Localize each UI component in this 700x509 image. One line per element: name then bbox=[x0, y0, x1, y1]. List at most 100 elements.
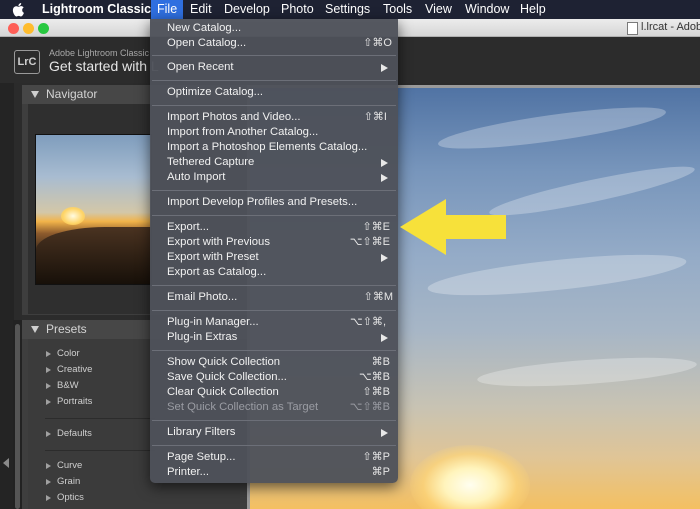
menu-item-library-filters[interactable]: Library Filters bbox=[167, 425, 235, 440]
preset-group-creative[interactable]: Creative bbox=[57, 364, 92, 375]
menu-item-optimize-catalog[interactable]: Optimize Catalog... bbox=[167, 85, 263, 100]
menu-item-auto-import[interactable]: Auto Import bbox=[167, 170, 225, 185]
menu-item-set-quick-collection-target: Set Quick Collection as Target bbox=[167, 401, 319, 413]
menu-separator bbox=[152, 215, 396, 216]
expand-triangle-icon[interactable] bbox=[46, 367, 51, 373]
menu-separator bbox=[152, 190, 396, 191]
sun bbox=[410, 445, 530, 509]
menu-separator bbox=[152, 285, 396, 286]
submenu-arrow-icon bbox=[381, 159, 388, 167]
preset-group-color[interactable]: Color bbox=[57, 348, 80, 359]
menu-item-open-catalog[interactable]: Open Catalog... bbox=[167, 36, 246, 51]
expand-triangle-icon[interactable] bbox=[46, 351, 51, 357]
sky-cloud bbox=[476, 352, 698, 392]
menu-window[interactable]: Window bbox=[459, 0, 515, 19]
menu-separator bbox=[152, 55, 396, 56]
shortcut-show-quick-collection: ⌘B bbox=[371, 356, 390, 368]
thumbnail-sun bbox=[61, 207, 85, 225]
menu-settings[interactable]: Settings bbox=[319, 0, 376, 19]
apple-icon[interactable] bbox=[12, 2, 26, 17]
expand-triangle-icon[interactable] bbox=[46, 383, 51, 389]
thumbnail-hill bbox=[36, 227, 151, 284]
sky-cloud bbox=[436, 99, 668, 157]
menu-photo[interactable]: Photo bbox=[275, 0, 320, 19]
preset-group-portraits[interactable]: Portraits bbox=[57, 396, 92, 407]
menu-edit[interactable]: Edit bbox=[184, 0, 218, 19]
presets-label: Presets bbox=[46, 322, 87, 336]
navigator-thumbnail[interactable] bbox=[35, 134, 152, 285]
shortcut-printer: ⌘P bbox=[371, 466, 390, 478]
disclosure-triangle-icon bbox=[31, 91, 39, 98]
shortcut-plugin-manager: ⌥⇧⌘, bbox=[350, 316, 386, 328]
shortcut-open-catalog: ⇧⌘O bbox=[363, 37, 392, 49]
preset-group-curve[interactable]: Curve bbox=[57, 460, 82, 471]
document-icon bbox=[627, 22, 638, 35]
menu-separator bbox=[152, 445, 396, 446]
app-menu[interactable]: Lightroom Classic bbox=[36, 0, 157, 19]
shortcut-set-quick-collection-target: ⌥⇧⌘B bbox=[349, 401, 390, 413]
left-gutter bbox=[0, 83, 14, 509]
close-window-button[interactable] bbox=[8, 23, 19, 34]
get-started-link[interactable]: Get started with L bbox=[49, 58, 159, 74]
menu-item-printer[interactable]: Printer... bbox=[167, 465, 209, 480]
menu-help[interactable]: Help bbox=[514, 0, 552, 19]
menu-item-import-another-catalog[interactable]: Import from Another Catalog... bbox=[167, 125, 318, 140]
expand-triangle-icon[interactable] bbox=[46, 431, 51, 437]
menu-item-plugin-extras[interactable]: Plug-in Extras bbox=[167, 330, 237, 345]
preset-group-optics[interactable]: Optics bbox=[57, 492, 84, 503]
menu-view[interactable]: View bbox=[419, 0, 458, 19]
sky-cloud bbox=[426, 246, 688, 304]
navigator-label: Navigator bbox=[46, 87, 98, 101]
menu-tools[interactable]: Tools bbox=[377, 0, 418, 19]
shortcut-email-photo: ⇧⌘M bbox=[363, 291, 393, 303]
menu-item-clear-quick-collection[interactable]: Clear Quick Collection bbox=[167, 385, 279, 400]
menu-item-page-setup[interactable]: Page Setup... bbox=[167, 450, 235, 465]
menu-item-save-quick-collection[interactable]: Save Quick Collection... bbox=[167, 370, 287, 385]
menu-separator bbox=[152, 105, 396, 106]
menu-develop[interactable]: Develop bbox=[218, 0, 276, 19]
submenu-arrow-icon bbox=[381, 174, 388, 182]
preset-separator bbox=[45, 418, 155, 419]
brand-name: Adobe Lightroom Classic bbox=[49, 48, 150, 58]
preset-group-grain[interactable]: Grain bbox=[57, 476, 80, 487]
shortcut-export-with-previous: ⌥⇧⌘E bbox=[349, 236, 390, 248]
menu-separator bbox=[152, 350, 396, 351]
preset-group-defaults[interactable]: Defaults bbox=[57, 428, 92, 439]
left-panel-scroll-thumb[interactable] bbox=[15, 324, 20, 509]
sky-cloud bbox=[487, 158, 697, 224]
menu-item-import-photos[interactable]: Import Photos and Video... bbox=[167, 110, 301, 125]
zoom-window-button[interactable] bbox=[38, 23, 49, 34]
shortcut-clear-quick-collection: ⇧⌘B bbox=[362, 386, 390, 398]
lrc-logo: LrC bbox=[14, 50, 40, 74]
expand-triangle-icon[interactable] bbox=[46, 399, 51, 405]
expand-triangle-icon[interactable] bbox=[46, 495, 51, 501]
preset-separator bbox=[45, 450, 155, 451]
menu-item-show-quick-collection[interactable]: Show Quick Collection bbox=[167, 355, 280, 370]
menu-item-plugin-manager[interactable]: Plug-in Manager... bbox=[167, 315, 259, 330]
disclosure-triangle-icon bbox=[31, 326, 39, 333]
menu-item-import-photoshop-elements[interactable]: Import a Photoshop Elements Catalog... bbox=[167, 140, 367, 155]
menu-item-new-catalog[interactable]: New Catalog... bbox=[167, 21, 241, 36]
menu-item-export[interactable]: Export... bbox=[167, 220, 209, 235]
menu-file[interactable]: File bbox=[151, 0, 184, 19]
menu-item-export-with-preset[interactable]: Export with Preset bbox=[167, 250, 259, 265]
menu-item-email-photo[interactable]: Email Photo... bbox=[167, 290, 237, 305]
submenu-arrow-icon bbox=[381, 254, 388, 262]
shortcut-export: ⇧⌘E bbox=[362, 221, 390, 233]
collapse-left-panel-icon[interactable] bbox=[3, 458, 9, 468]
menu-item-import-develop-profiles[interactable]: Import Develop Profiles and Presets... bbox=[167, 195, 357, 210]
preset-group-bw[interactable]: B&W bbox=[57, 380, 79, 391]
menu-item-export-as-catalog[interactable]: Export as Catalog... bbox=[167, 265, 266, 280]
submenu-arrow-icon bbox=[381, 429, 388, 437]
submenu-arrow-icon bbox=[381, 334, 388, 342]
shortcut-save-quick-collection: ⌥⌘B bbox=[358, 371, 390, 383]
menu-item-open-recent[interactable]: Open Recent bbox=[167, 60, 234, 75]
expand-triangle-icon[interactable] bbox=[46, 463, 51, 469]
menu-item-tethered-capture[interactable]: Tethered Capture bbox=[167, 155, 254, 170]
menu-separator bbox=[152, 420, 396, 421]
submenu-arrow-icon bbox=[381, 64, 388, 72]
minimize-window-button[interactable] bbox=[23, 23, 34, 34]
menu-item-export-with-previous[interactable]: Export with Previous bbox=[167, 235, 270, 250]
expand-triangle-icon[interactable] bbox=[46, 479, 51, 485]
menu-separator bbox=[152, 310, 396, 311]
